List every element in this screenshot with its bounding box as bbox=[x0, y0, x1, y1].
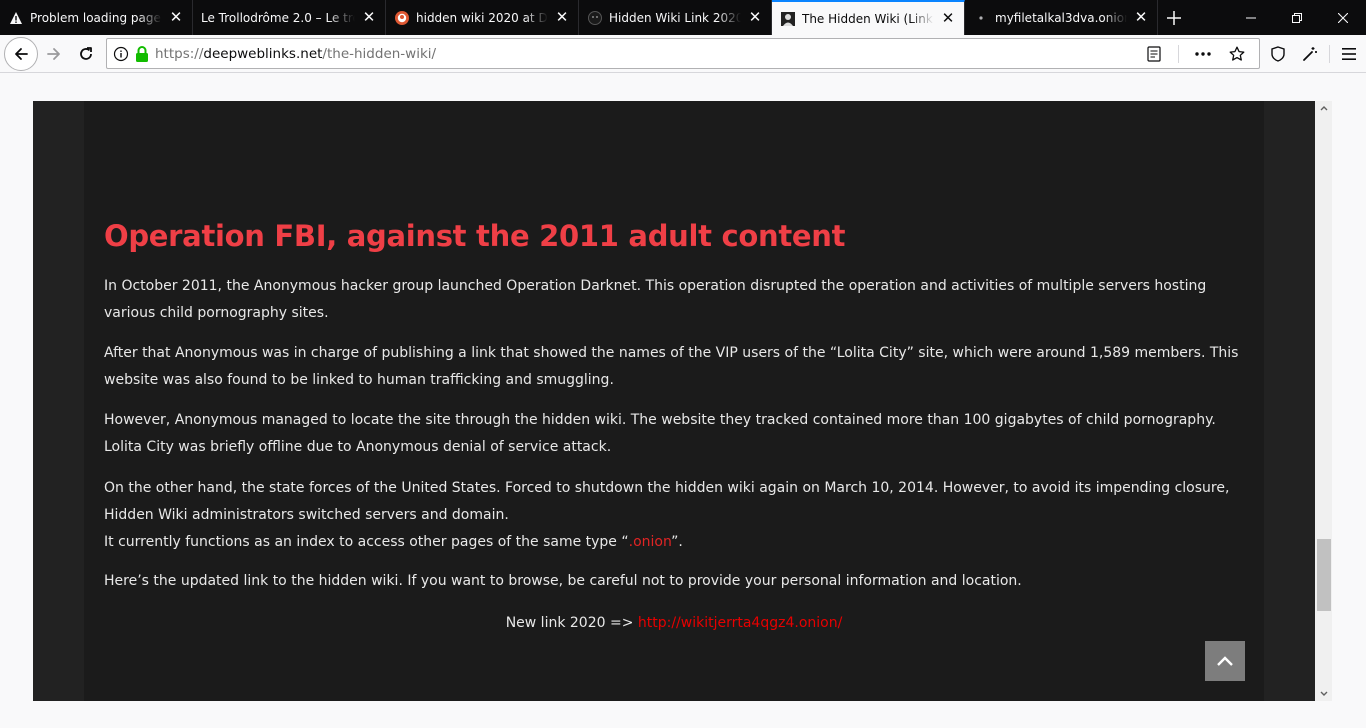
site-logo-icon bbox=[780, 11, 796, 27]
restore-button[interactable] bbox=[1274, 0, 1320, 35]
close-window-button[interactable] bbox=[1320, 0, 1366, 35]
new-link-label: New link 2020 => bbox=[505, 615, 638, 631]
page-viewport: Operation FBI, against the 2011 adult co… bbox=[0, 74, 1366, 728]
reader-view-icon bbox=[1147, 45, 1161, 62]
url-text[interactable]: https://deepweblinks.net/the-hidden-wiki… bbox=[155, 46, 436, 62]
toolbar-right bbox=[1262, 38, 1365, 70]
info-icon[interactable] bbox=[113, 46, 129, 62]
bookmark-star-button[interactable] bbox=[1221, 38, 1253, 70]
hamburger-menu-icon bbox=[1342, 48, 1356, 60]
paragraph-4b-before: It currently functions as an index to ac… bbox=[104, 534, 629, 550]
navigation-toolbar: https://deepweblinks.net/the-hidden-wiki… bbox=[0, 35, 1366, 73]
paragraph-5: Here’s the updated link to the hidden wi… bbox=[104, 573, 1022, 589]
scroll-down-button[interactable] bbox=[1315, 687, 1332, 701]
minimize-button[interactable] bbox=[1228, 0, 1274, 35]
scroll-up-button[interactable] bbox=[1315, 101, 1332, 115]
tab-trollodrome[interactable]: Le Trollodrôme 2.0 – Le trollodrôme ✕ bbox=[193, 0, 386, 35]
tab-strip: Problem loading page ✕ Le Trollodrôme 2.… bbox=[0, 0, 1366, 35]
magic-wand-icon bbox=[1303, 47, 1317, 61]
url-actions bbox=[1138, 38, 1253, 70]
hidden-wiki-link[interactable]: http://wikitjerrta4qgz4.onion/ bbox=[638, 615, 842, 631]
close-icon[interactable]: ✕ bbox=[1133, 10, 1149, 26]
chevron-up-icon bbox=[1320, 106, 1327, 111]
paragraph-4: On the other hand, the state forces of t… bbox=[104, 475, 1239, 556]
minimize-icon bbox=[1246, 17, 1256, 18]
tab-title: Problem loading page bbox=[30, 10, 161, 25]
article-content: Operation FBI, against the 2011 adult co… bbox=[84, 101, 1264, 701]
tab-problem-loading[interactable]: Problem loading page ✕ bbox=[0, 0, 193, 35]
back-button[interactable] bbox=[4, 36, 38, 71]
warning-icon bbox=[8, 10, 24, 26]
paragraph-1: In October 2011, the Anonymous hacker gr… bbox=[104, 278, 1207, 321]
dot-icon bbox=[973, 10, 989, 26]
close-icon[interactable]: ✕ bbox=[554, 10, 570, 26]
new-link-line: New link 2020 => http://wikitjerrta4qgz4… bbox=[84, 611, 1264, 635]
tab-duckduckgo[interactable]: hidden wiki 2020 at DuckDuckGo ✕ bbox=[386, 0, 579, 35]
tab-title: Le Trollodrôme 2.0 – Le trollodrôme bbox=[201, 10, 355, 25]
tab-title: Hidden Wiki Link 2020 - Hidden bbox=[609, 10, 741, 25]
window-controls bbox=[1228, 0, 1366, 35]
tab-hidden-wiki-link[interactable]: Hidden Wiki Link 2020 - Hidden ✕ bbox=[579, 0, 772, 35]
arrow-left-icon bbox=[15, 47, 28, 60]
tab-myfiletalk[interactable]: myfiletalkal3dva.onion/ ✕ bbox=[965, 0, 1158, 35]
close-icon bbox=[1338, 12, 1348, 23]
scroll-to-top-button[interactable] bbox=[1205, 641, 1245, 681]
tab-title: myfiletalkal3dva.onion/ bbox=[995, 10, 1127, 25]
chevron-down-icon bbox=[1320, 691, 1327, 696]
tab-title: The Hidden Wiki (Link 2020) bbox=[802, 11, 934, 26]
reload-button[interactable] bbox=[70, 38, 102, 70]
onion-link[interactable]: .onion bbox=[629, 534, 671, 550]
scroll-thumb[interactable] bbox=[1317, 539, 1331, 611]
close-icon[interactable]: ✕ bbox=[361, 10, 377, 26]
page-frame: Operation FBI, against the 2011 adult co… bbox=[33, 101, 1315, 701]
page-actions-button[interactable] bbox=[1187, 38, 1219, 70]
article-heading: Operation FBI, against the 2011 adult co… bbox=[104, 219, 846, 253]
shield-icon bbox=[1271, 46, 1285, 62]
url-host: deepweblinks.net bbox=[203, 45, 323, 62]
vertical-scrollbar[interactable] bbox=[1315, 101, 1332, 701]
reload-icon bbox=[80, 46, 92, 60]
paragraph-4b-after: ”. bbox=[671, 534, 683, 550]
url-path: /the-hidden-wiki/ bbox=[322, 45, 437, 62]
separator bbox=[1178, 44, 1179, 63]
paragraph-4-text: On the other hand, the state forces of t… bbox=[104, 480, 1230, 523]
more-horizontal-icon bbox=[1195, 51, 1211, 56]
separator bbox=[1329, 45, 1330, 63]
plus-icon bbox=[1167, 10, 1181, 25]
url-prefix: https:// bbox=[155, 45, 204, 62]
menu-button[interactable] bbox=[1333, 38, 1365, 70]
chevron-up-icon bbox=[1217, 656, 1233, 666]
restore-icon bbox=[1292, 12, 1302, 23]
new-tab-button[interactable] bbox=[1158, 0, 1190, 35]
extension-button[interactable] bbox=[1294, 38, 1326, 70]
tab-the-hidden-wiki[interactable]: The Hidden Wiki (Link 2020) ✕ bbox=[772, 0, 965, 35]
forward-button[interactable] bbox=[38, 38, 70, 70]
star-icon bbox=[1229, 46, 1245, 61]
arrow-right-icon bbox=[47, 47, 60, 60]
paragraph-2: After that Anonymous was in charge of pu… bbox=[104, 345, 1239, 388]
lock-icon[interactable] bbox=[135, 45, 149, 62]
reader-view-button[interactable] bbox=[1138, 38, 1170, 70]
tab-title: hidden wiki 2020 at DuckDuckGo bbox=[416, 10, 548, 25]
duckduckgo-icon bbox=[394, 10, 410, 26]
paragraph-3: However, Anonymous managed to locate the… bbox=[104, 412, 1216, 455]
url-bar[interactable]: https://deepweblinks.net/the-hidden-wiki… bbox=[106, 38, 1260, 69]
mask-icon bbox=[587, 10, 603, 26]
tracking-protection-button[interactable] bbox=[1262, 38, 1294, 70]
close-icon[interactable]: ✕ bbox=[747, 10, 763, 26]
close-icon[interactable]: ✕ bbox=[940, 11, 956, 27]
close-icon[interactable]: ✕ bbox=[168, 10, 184, 26]
